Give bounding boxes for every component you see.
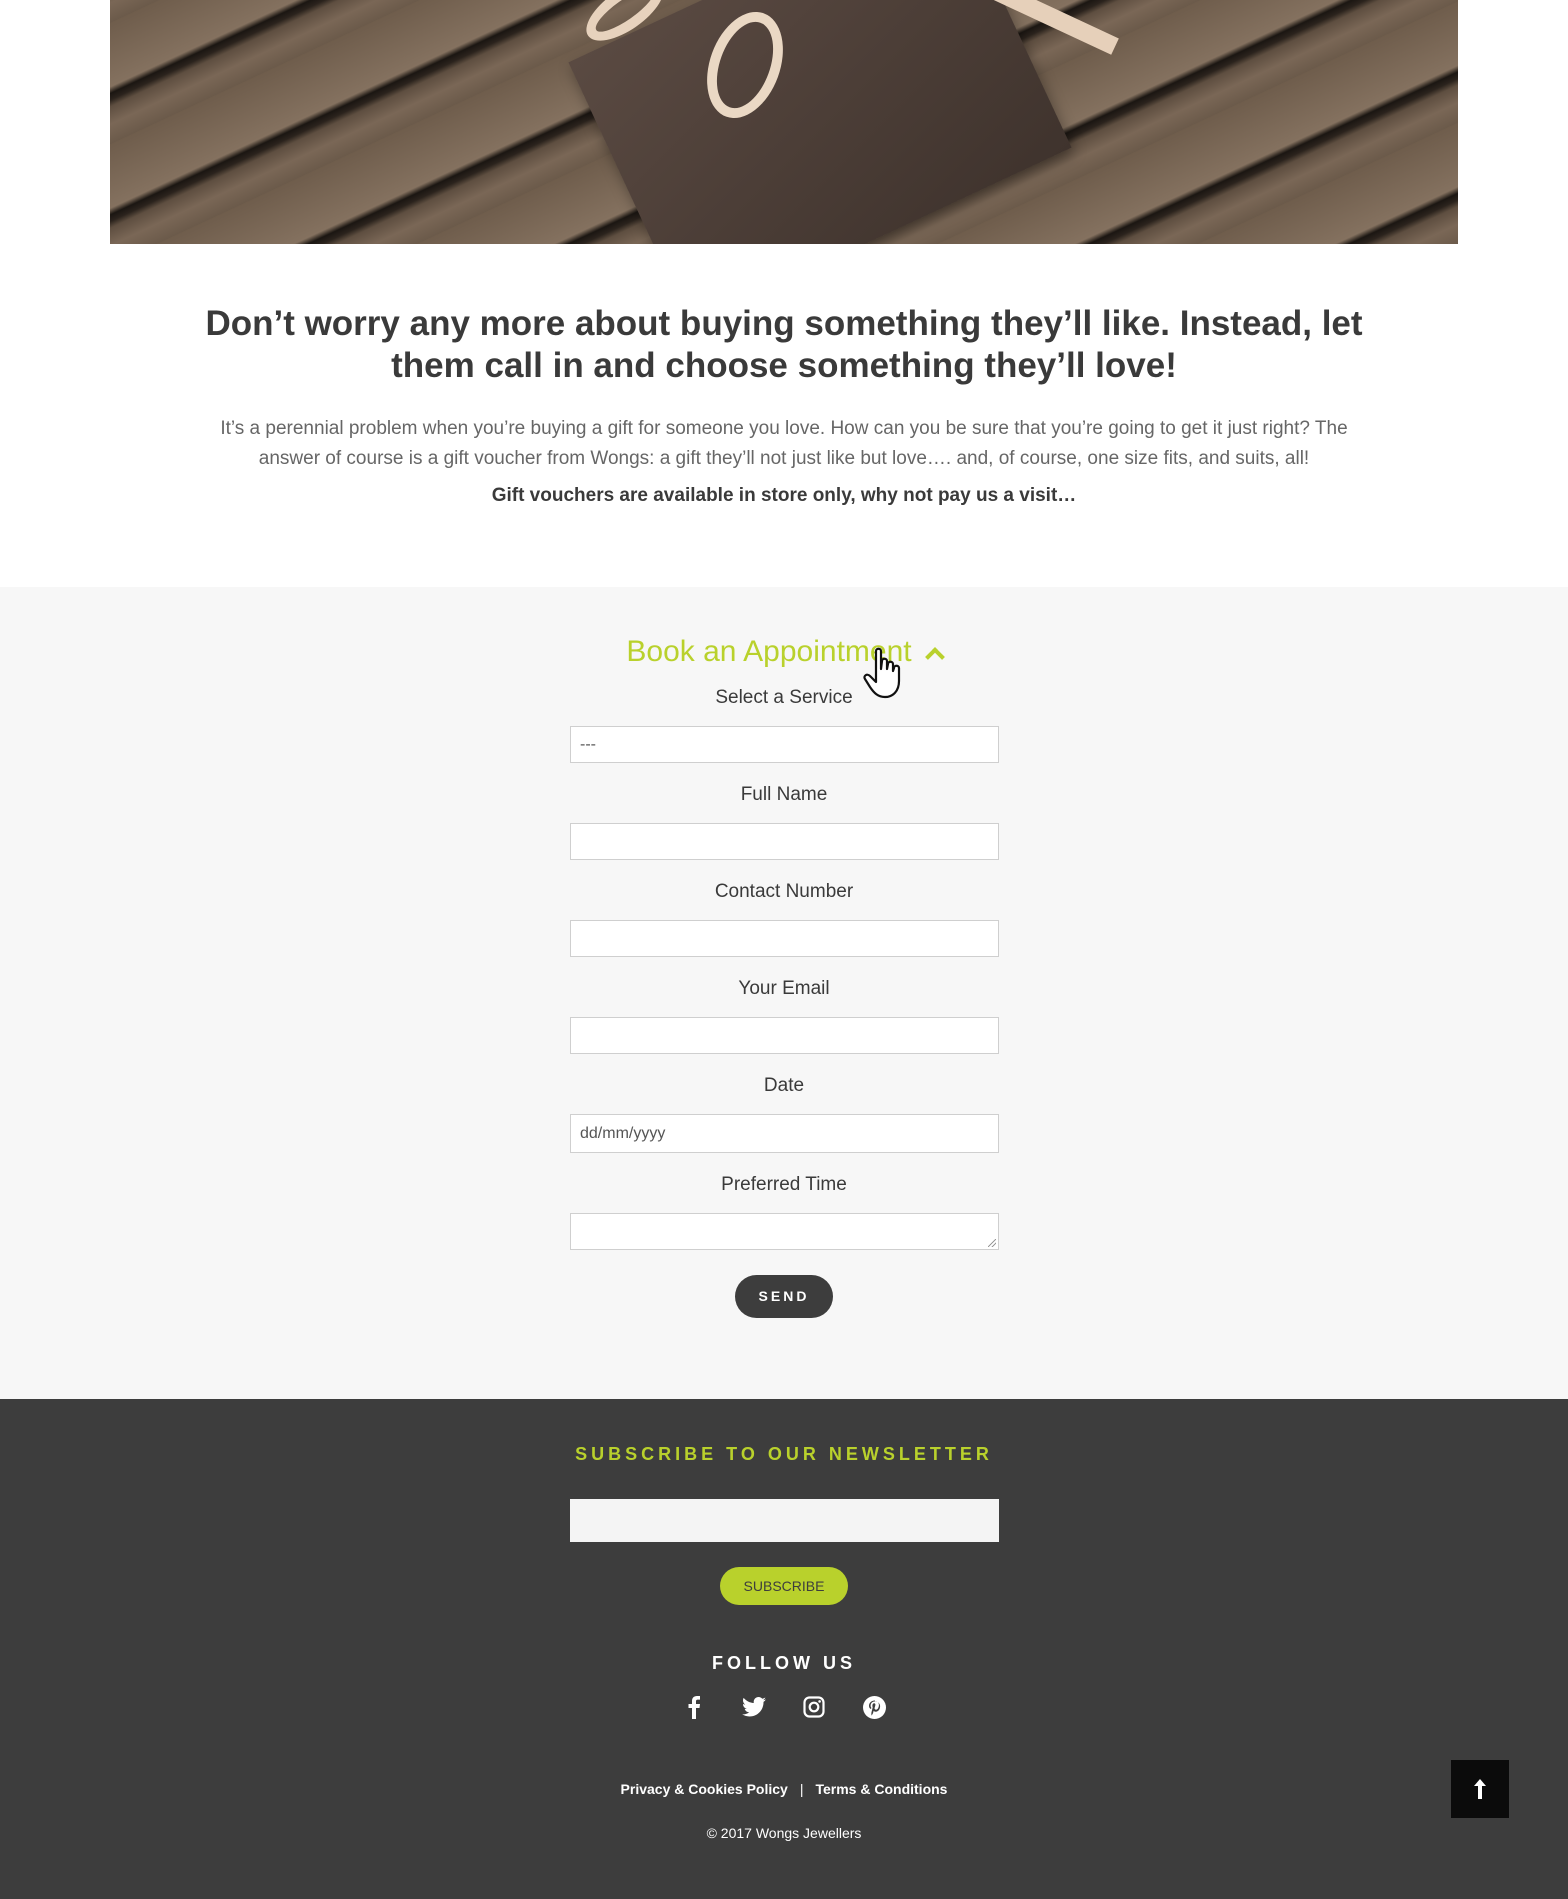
date-label: Date [763,1075,805,1096]
full-name-label: Full Name [740,784,828,805]
service-select-value: --- [580,736,596,753]
preferred-time-label: Preferred Time [721,1174,847,1195]
gift-box-graphic [568,0,1072,244]
send-button[interactable]: SEND [735,1275,833,1318]
social-links [0,1695,1568,1719]
subscribe-button[interactable]: SUBSCRIBE [720,1567,848,1605]
resize-handle-icon[interactable] [988,1239,996,1247]
facebook-icon[interactable] [682,1695,706,1719]
link-separator: | [799,1781,804,1797]
full-name-input[interactable] [570,823,999,860]
appointment-toggle[interactable]: Book an Appointment [0,635,1568,669]
scroll-to-top-button[interactable] [1451,1760,1509,1818]
date-input[interactable]: dd/mm/yyyy [570,1114,999,1153]
newsletter-email-input[interactable] [570,1499,999,1542]
intro-heading-line2: them call in and choose something they’l… [391,346,1177,385]
preferred-time-textarea[interactable] [570,1213,999,1250]
contact-number-input[interactable] [570,920,999,957]
arrow-up-icon[interactable] [1473,1778,1487,1800]
intro-heading-line1: Don’t worry any more about buying someth… [205,304,1363,343]
twitter-icon[interactable] [742,1695,766,1719]
service-select[interactable]: --- [570,726,999,763]
footer: SUBSCRIBE TO OUR NEWSLETTER SUBSCRIBE FO… [0,1399,1568,1899]
instagram-icon[interactable] [802,1695,826,1719]
email-label: Your Email [738,978,830,999]
intro-bold-note: Gift vouchers are available in store onl… [491,485,1077,506]
intro-paragraph: It’s a perennial problem when you’re buy… [220,418,1348,469]
pinterest-icon[interactable] [862,1695,886,1719]
service-label: Select a Service [715,687,853,708]
chevron-up-icon[interactable] [924,647,945,667]
email-input[interactable] [570,1017,999,1054]
hero-image [110,0,1458,244]
intro-heading: Don’t worry any more about buying someth… [0,303,1568,387]
contact-number-label: Contact Number [714,881,854,902]
date-placeholder: dd/mm/yyyy [580,1125,666,1142]
privacy-policy-link[interactable]: Privacy & Cookies Policy [621,1781,788,1797]
terms-conditions-link[interactable]: Terms & Conditions [815,1781,947,1797]
appointment-section: Book an Appointment Select a Service ---… [0,587,1568,1399]
footer-links: Privacy & Cookies Policy | Terms & Conditi… [0,1781,1568,1797]
newsletter-title: SUBSCRIBE TO OUR NEWSLETTER [575,1444,993,1464]
copyright-text: © 2017 Wongs Jewellers [706,1825,862,1841]
follow-us-title: FOLLOW US [712,1653,856,1673]
